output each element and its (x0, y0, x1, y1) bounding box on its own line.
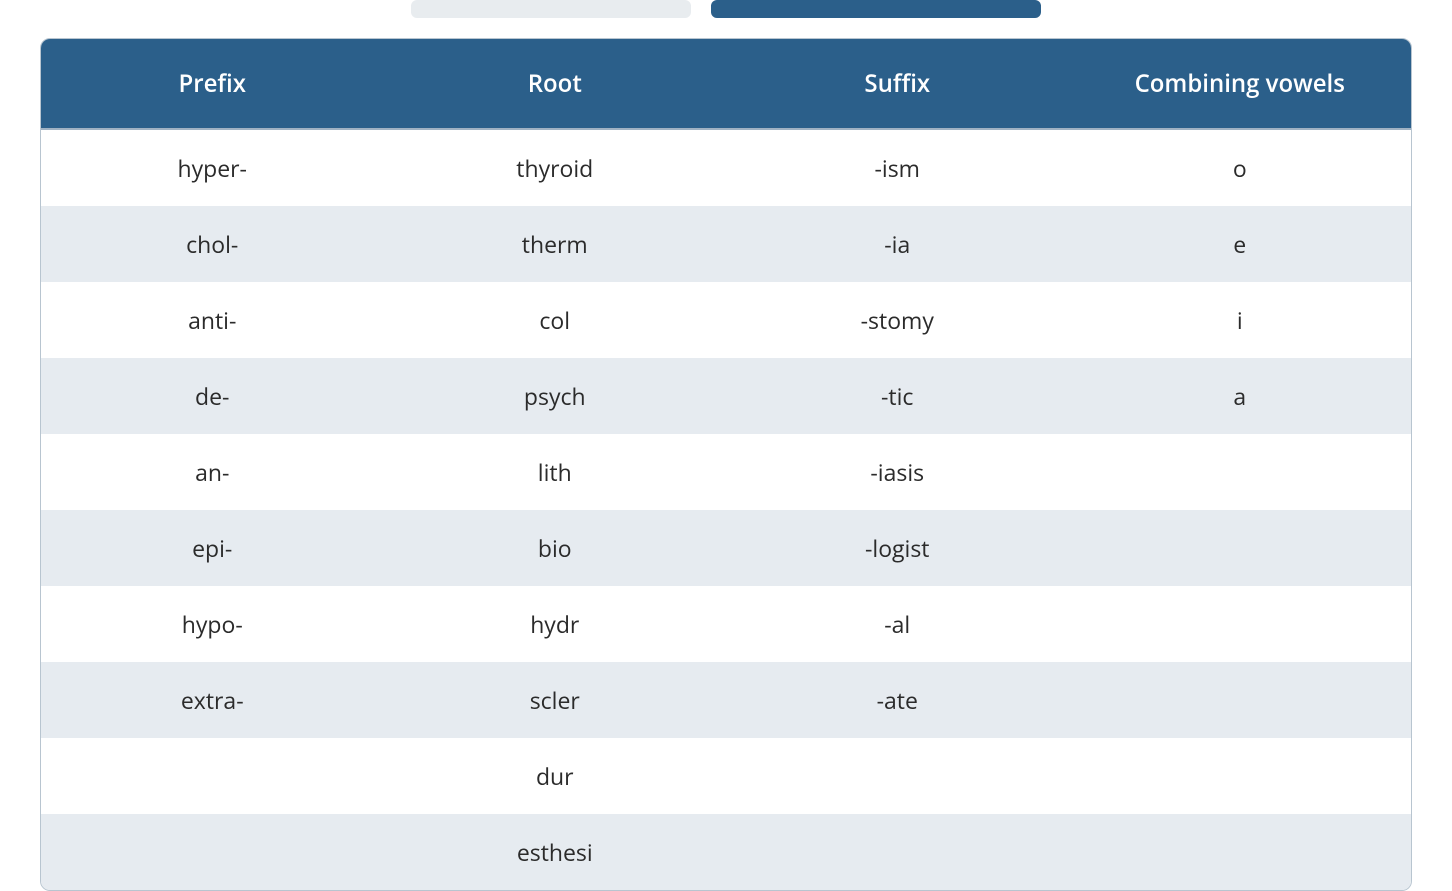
cell-root: dur (384, 738, 727, 814)
cell-suffix: -ate (726, 662, 1069, 738)
cell-suffix: -al (726, 586, 1069, 662)
cell-prefix (41, 738, 384, 814)
cell-prefix: de- (41, 358, 384, 434)
word-parts-table: Prefix Root Suffix Combining vowels hype… (41, 39, 1411, 890)
cell-root: therm (384, 206, 727, 282)
cell-prefix (41, 814, 384, 890)
table-row: chol- therm -ia e (41, 206, 1411, 282)
table-row: anti- col -stomy i (41, 282, 1411, 358)
cell-prefix: epi- (41, 510, 384, 586)
top-button-row (0, 0, 1452, 38)
cell-prefix: chol- (41, 206, 384, 282)
cell-vowel (1069, 434, 1412, 510)
header-prefix: Prefix (41, 39, 384, 129)
cell-vowel (1069, 662, 1412, 738)
cell-suffix (726, 738, 1069, 814)
cell-prefix: hyper- (41, 129, 384, 206)
cell-vowel: i (1069, 282, 1412, 358)
header-suffix: Suffix (726, 39, 1069, 129)
button-dark[interactable] (711, 0, 1041, 18)
header-root: Root (384, 39, 727, 129)
table-body: hyper- thyroid -ism o chol- therm -ia e … (41, 129, 1411, 890)
cell-root: lith (384, 434, 727, 510)
table-row: an- lith -iasis (41, 434, 1411, 510)
table-row: epi- bio -logist (41, 510, 1411, 586)
cell-suffix: -ia (726, 206, 1069, 282)
cell-root: col (384, 282, 727, 358)
cell-prefix: hypo- (41, 586, 384, 662)
cell-vowel: e (1069, 206, 1412, 282)
cell-root: scler (384, 662, 727, 738)
table-row: hypo- hydr -al (41, 586, 1411, 662)
table-row: de- psych -tic a (41, 358, 1411, 434)
cell-root: thyroid (384, 129, 727, 206)
table-row: extra- scler -ate (41, 662, 1411, 738)
cell-vowel (1069, 586, 1412, 662)
word-parts-table-wrapper: Prefix Root Suffix Combining vowels hype… (40, 38, 1412, 891)
cell-vowel (1069, 814, 1412, 890)
cell-vowel (1069, 510, 1412, 586)
cell-suffix: -tic (726, 358, 1069, 434)
cell-vowel: a (1069, 358, 1412, 434)
cell-prefix: an- (41, 434, 384, 510)
table-header-row: Prefix Root Suffix Combining vowels (41, 39, 1411, 129)
cell-suffix: -iasis (726, 434, 1069, 510)
cell-root: bio (384, 510, 727, 586)
cell-suffix (726, 814, 1069, 890)
cell-suffix: -logist (726, 510, 1069, 586)
cell-root: esthesi (384, 814, 727, 890)
table-row: esthesi (41, 814, 1411, 890)
cell-prefix: extra- (41, 662, 384, 738)
button-light[interactable] (411, 0, 691, 18)
table-row: hyper- thyroid -ism o (41, 129, 1411, 206)
cell-root: hydr (384, 586, 727, 662)
cell-suffix: -ism (726, 129, 1069, 206)
cell-vowel (1069, 738, 1412, 814)
table-row: dur (41, 738, 1411, 814)
cell-vowel: o (1069, 129, 1412, 206)
cell-suffix: -stomy (726, 282, 1069, 358)
cell-prefix: anti- (41, 282, 384, 358)
header-combining-vowels: Combining vowels (1069, 39, 1412, 129)
cell-root: psych (384, 358, 727, 434)
